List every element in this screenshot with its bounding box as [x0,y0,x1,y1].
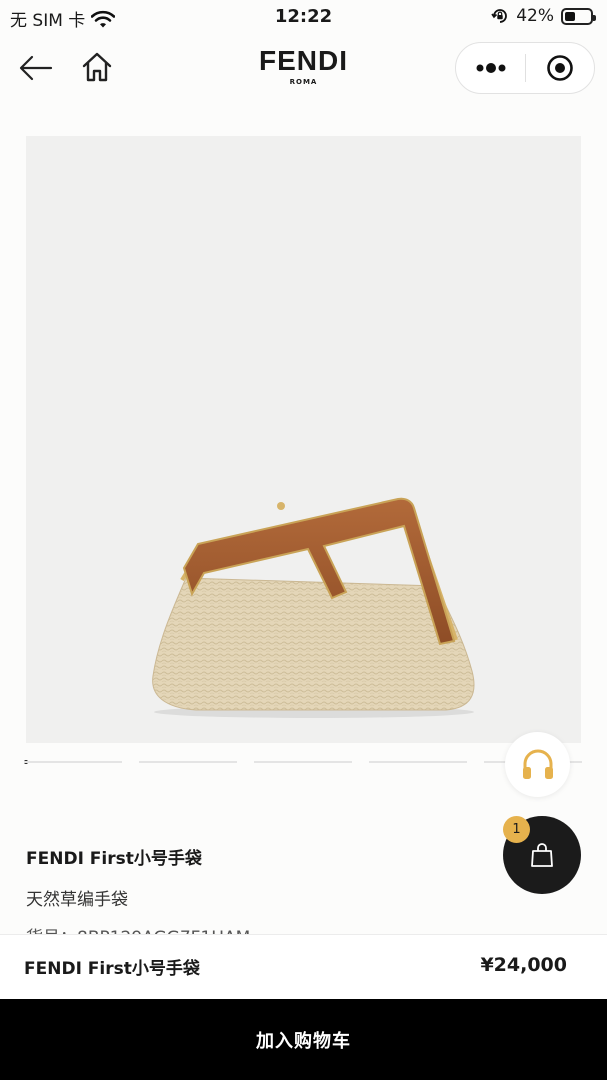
orientation-lock-icon [491,9,508,23]
pager-segment[interactable] [369,761,467,763]
battery-icon [561,7,596,25]
image-pager [24,760,584,764]
handbag-image [152,497,475,718]
shopping-bag-icon [531,843,553,867]
bottom-product-name: FENDI First小号手袋 [24,959,200,979]
pager-segment[interactable] [254,761,352,763]
headset-icon [522,749,553,779]
more-button[interactable] [456,43,525,93]
status-bar: 无 SIM 卡 12:22 42% [0,0,607,34]
add-to-cart-button[interactable]: 加入购物车 [0,999,607,1080]
pager-segment[interactable] [24,761,122,763]
target-close-icon [547,55,573,81]
close-miniprogram-button[interactable] [526,43,594,93]
bottom-summary-bar: FENDI First小号手袋 ¥24,000 [0,934,607,999]
product-title: FENDI First小号手袋 [26,849,202,869]
product-material: 天然草编手袋 [26,890,128,910]
battery-status: 42% [491,6,596,26]
miniprogram-capsule [455,42,595,94]
product-price: ¥24,000 [480,954,567,976]
nav-bar: FENDI ROMA [0,38,607,100]
product-image[interactable] [26,136,581,743]
more-dots-icon [476,63,505,73]
pager-segment[interactable] [139,761,237,763]
cart-count-badge: 1 [503,816,530,843]
customer-service-button[interactable] [505,732,570,797]
battery-percent: 42% [516,6,554,26]
